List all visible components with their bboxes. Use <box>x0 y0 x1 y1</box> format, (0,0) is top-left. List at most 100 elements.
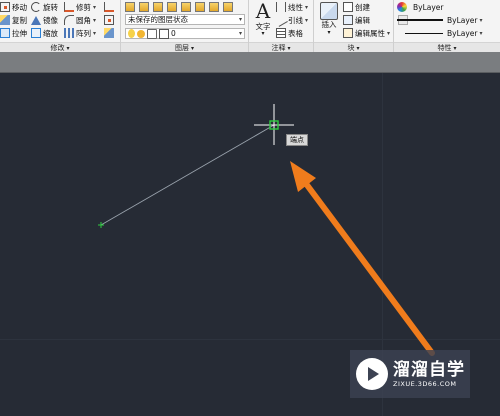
annotation-panel-expand-icon: ▾ <box>287 45 291 52</box>
modify-panel: 移动 旋转 修剪 ▾ 复制 镜像 圆角 ▾ 拉伸 缩放 阵列 ▾ 修改 ▾ <box>0 0 121 52</box>
create-block-icon <box>343 2 353 12</box>
linetype-value: ByLayer <box>447 28 478 38</box>
edit-attributes-dropdown-icon: ▾ <box>387 29 391 37</box>
layer-tool-3[interactable] <box>153 1 165 13</box>
extra-modify-button[interactable] <box>104 1 116 13</box>
leader-label: 引线 <box>288 15 303 25</box>
linear-dropdown-icon: ▾ <box>305 3 309 11</box>
watermark-title: 溜溜自学 <box>393 359 465 380</box>
current-layer-chevron-icon: ▾ <box>238 30 242 37</box>
stretch-button[interactable]: 拉伸 <box>0 27 27 39</box>
color-wheel-icon <box>397 2 407 12</box>
array-button[interactable]: 阵列 ▾ <box>64 27 96 39</box>
explode-icon <box>104 28 114 38</box>
stretch-icon <box>0 28 10 38</box>
rotate-button[interactable]: 旋转 <box>31 1 58 13</box>
layer-state-dropdown[interactable]: 未保存的图层状态 ▾ <box>125 14 245 25</box>
rotate-label: 旋转 <box>43 2 58 12</box>
drawn-line[interactable] <box>100 124 275 226</box>
insert-dropdown-icon: ▾ <box>327 29 331 36</box>
layer-tool-8[interactable] <box>223 1 235 13</box>
block-panel: 插入 ▾ 创建 编辑 编辑属性 ▾ 块 ▾ <box>314 0 394 52</box>
linear-label: 线性 <box>288 2 303 12</box>
trim-dropdown-icon[interactable]: ▾ <box>93 4 96 11</box>
layer-prev-icon <box>223 2 233 12</box>
copy-button[interactable]: 复制 <box>0 14 27 26</box>
explode-button[interactable] <box>104 27 116 39</box>
text-button[interactable]: A 文字 ▾ <box>252 0 274 40</box>
array-dropdown-icon[interactable]: ▾ <box>93 30 96 37</box>
layer-tool-7[interactable] <box>209 1 221 13</box>
pencil-icon <box>104 2 114 12</box>
layer-tool-2[interactable] <box>139 1 151 13</box>
fillet-dropdown-icon[interactable]: ▾ <box>93 17 96 24</box>
table-button[interactable]: 表格 <box>276 27 303 39</box>
layer-state-chevron-icon: ▾ <box>238 16 242 23</box>
properties-panel-expand-icon: ▾ <box>453 45 457 52</box>
lineweight-chevron-icon: ▾ <box>479 16 483 24</box>
edit-block-button[interactable]: 编辑 <box>343 14 370 26</box>
annotation-panel-title[interactable]: 注释 ▾ <box>249 42 313 52</box>
pointer-arrow <box>290 161 435 356</box>
linetype-sample <box>405 33 443 34</box>
array-icon <box>64 28 74 38</box>
watermark: 溜溜自学 ZIXUE.3D66.COM <box>350 350 470 398</box>
fillet-icon <box>64 15 74 25</box>
move-button[interactable]: 移动 <box>0 1 27 13</box>
color-dropdown[interactable]: ByLayer <box>397 1 444 13</box>
layer-properties-icon <box>125 2 135 12</box>
layer-state-value: 未保存的图层状态 <box>128 15 188 24</box>
layer-freeze-icon <box>181 2 191 12</box>
layer-tool-5[interactable] <box>181 1 193 13</box>
edit-attributes-icon <box>343 28 353 38</box>
layer-tool-6[interactable] <box>195 1 207 13</box>
modify-panel-title[interactable]: 修改 ▾ <box>0 42 120 52</box>
layer-color-swatch-icon <box>159 28 169 39</box>
linear-dimension-button[interactable]: 线性 ▾ <box>276 1 308 13</box>
offset-icon <box>104 15 114 25</box>
trim-button[interactable]: 修剪 ▾ <box>64 1 96 13</box>
scale-button[interactable]: 缩放 <box>31 27 58 39</box>
table-label: 表格 <box>288 28 303 38</box>
edit-label: 编辑 <box>355 15 370 25</box>
ribbon: 移动 旋转 修剪 ▾ 复制 镜像 圆角 ▾ 拉伸 缩放 阵列 ▾ 修改 ▾ 未保… <box>0 0 500 52</box>
sun-icon <box>137 29 145 38</box>
lineweight-dropdown[interactable]: ByLayer ▾ <box>397 14 497 26</box>
snap-tooltip: 端点 <box>286 134 308 146</box>
layer-match-icon <box>209 2 219 12</box>
layers-panel-expand-icon: ▾ <box>190 45 194 52</box>
move-label: 移动 <box>12 2 27 12</box>
linetype-dropdown[interactable]: ByLayer ▾ <box>397 27 497 39</box>
file-tab-bar <box>0 52 500 73</box>
text-big-a-icon: A <box>255 0 271 23</box>
create-label: 创建 <box>355 2 370 12</box>
bulb-icon <box>128 29 135 38</box>
properties-panel-title[interactable]: 特性 ▾ <box>394 42 500 52</box>
layers-panel-title[interactable]: 图层 ▾ <box>121 42 248 52</box>
lineweight-value: ByLayer <box>447 15 478 25</box>
lineweight-sample <box>397 19 443 21</box>
mirror-icon <box>31 15 41 25</box>
layer-tool-4[interactable] <box>167 1 179 13</box>
mirror-button[interactable]: 镜像 <box>31 14 58 26</box>
layer-states-icon <box>139 2 149 12</box>
stretch-label: 拉伸 <box>12 28 27 38</box>
offset-button[interactable] <box>104 14 116 26</box>
color-value: ByLayer <box>413 2 444 12</box>
current-layer-dropdown[interactable]: 0 ▾ <box>125 28 245 39</box>
edit-attributes-button[interactable]: 编辑属性 ▾ <box>343 27 390 39</box>
fillet-button[interactable]: 圆角 ▾ <box>64 14 96 26</box>
scale-label: 缩放 <box>43 28 58 38</box>
linear-dimension-icon <box>276 2 286 12</box>
watermark-url: ZIXUE.3D66.COM <box>393 379 457 388</box>
layer-properties-button[interactable] <box>125 1 137 13</box>
block-panel-title[interactable]: 块 ▾ <box>314 42 393 52</box>
edit-block-icon <box>343 15 353 25</box>
rotate-icon <box>31 2 41 12</box>
insert-button[interactable]: 插入 ▾ <box>317 1 341 39</box>
fillet-label: 圆角 <box>76 15 91 25</box>
create-block-button[interactable]: 创建 <box>343 1 370 13</box>
lock-icon <box>147 28 157 39</box>
leader-button[interactable]: 引线 ▾ <box>274 13 308 27</box>
current-layer-value: 0 <box>171 29 176 38</box>
